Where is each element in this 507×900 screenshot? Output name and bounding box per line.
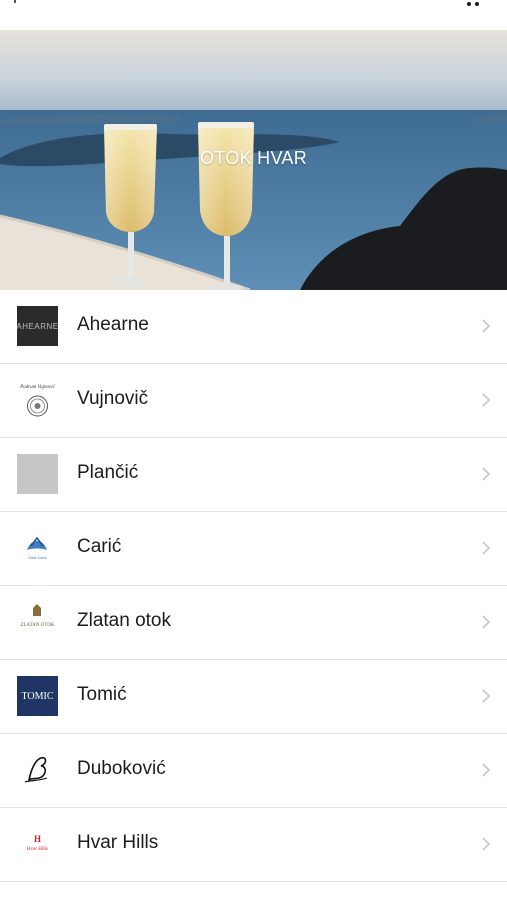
list-item-tomic[interactable]: TOMIC Tomić bbox=[0, 660, 507, 734]
chevron-right-icon bbox=[482, 541, 491, 555]
vujnovic-logo: Podrum Vujnović bbox=[17, 380, 58, 420]
list-item-caric[interactable]: Vina Carić Carić bbox=[0, 512, 507, 586]
list-item-zlatan-otok[interactable]: ZLATAN OTOK Zlatan otok bbox=[0, 586, 507, 660]
list-item-label: Plančić bbox=[77, 462, 139, 483]
status-bar bbox=[0, 0, 507, 30]
chevron-right-icon bbox=[482, 689, 491, 703]
zlatan-otok-logo: ZLATAN OTOK bbox=[17, 602, 58, 642]
list-item-label: Carić bbox=[77, 536, 122, 557]
more-dots-icon[interactable] bbox=[467, 2, 479, 6]
list-item-vujnovic[interactable]: Podrum Vujnović Vujnovič bbox=[0, 364, 507, 438]
list-item-label: Ahearne bbox=[77, 314, 149, 335]
page-title: OTOK HVAR bbox=[199, 148, 308, 168]
hero-banner: OTOK HVAR bbox=[0, 30, 507, 290]
list-item-dubokovic[interactable]: Duboković bbox=[0, 734, 507, 808]
list-item-plancic[interactable]: Plančić bbox=[0, 438, 507, 512]
tomic-logo-text: TOMIC bbox=[21, 690, 54, 702]
dubokovic-logo bbox=[17, 750, 58, 790]
chevron-right-icon bbox=[482, 837, 491, 851]
tomic-logo: TOMIC bbox=[17, 676, 58, 716]
list-item-hvar-hills[interactable]: H Hvar Hills Hvar Hills bbox=[0, 808, 507, 882]
list-item-label: Vujnovič bbox=[77, 388, 149, 409]
winery-list: AHEARNE Ahearne Podrum Vujnović Vujnovič… bbox=[0, 290, 507, 882]
list-item-ahearne[interactable]: AHEARNE Ahearne bbox=[0, 290, 507, 364]
chevron-right-icon bbox=[482, 393, 491, 407]
caric-logo: Vina Carić bbox=[17, 528, 58, 568]
list-item-label: Tomić bbox=[77, 684, 127, 705]
hvar-hills-logo-text: Hvar Hills bbox=[27, 847, 48, 852]
chevron-right-icon bbox=[482, 467, 491, 481]
list-item-label: Hvar Hills bbox=[77, 832, 159, 853]
zlatan-otok-logo-text: ZLATAN OTOK bbox=[20, 623, 54, 628]
svg-text:H: H bbox=[34, 834, 41, 844]
list-item-label: Zlatan otok bbox=[77, 610, 171, 631]
vujnovic-logo-text: Podrum Vujnović bbox=[19, 385, 56, 390]
chevron-right-icon bbox=[482, 319, 491, 333]
ahearne-logo: AHEARNE bbox=[17, 306, 58, 346]
ahearne-logo-text: AHEARNE bbox=[17, 321, 58, 331]
hvar-hills-logo: H Hvar Hills bbox=[17, 824, 58, 864]
caric-logo-text: Vina Carić bbox=[28, 555, 46, 560]
chevron-right-icon bbox=[482, 763, 491, 777]
chevron-right-icon bbox=[482, 615, 491, 629]
list-item-label: Duboković bbox=[77, 758, 166, 779]
plancic-logo-placeholder bbox=[17, 454, 58, 494]
status-indicator bbox=[14, 0, 16, 3]
